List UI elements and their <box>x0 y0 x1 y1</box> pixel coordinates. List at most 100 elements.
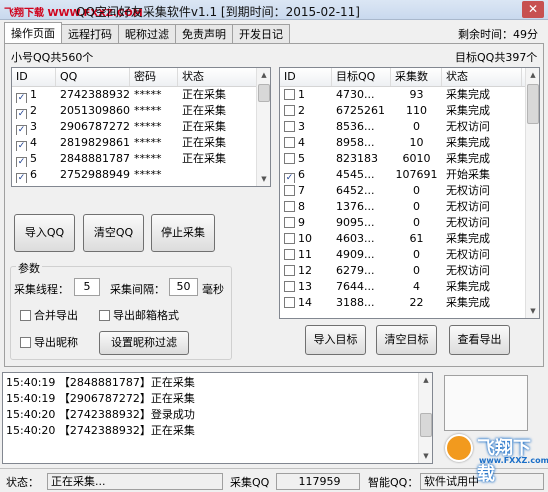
table-row[interactable]: ✓ 4 2819829861 ***** 正在采集 <box>12 135 270 151</box>
scroll-up-icon[interactable]: ▲ <box>257 68 270 82</box>
scroll-down-icon[interactable]: ▼ <box>526 304 539 318</box>
table-row[interactable]: 3 8536... 0 无权访问 <box>280 119 539 135</box>
table-row[interactable]: ✓ 2 2051309860 ***** 正在采集 <box>12 103 270 119</box>
account-list[interactable]: ID QQ 密码 状态 ✓ 1 2742388932 ***** 正在采集 ✓ 2 20513… <box>11 67 271 187</box>
cell-password: ***** <box>134 152 162 165</box>
table-row[interactable]: 1 4730... 93 采集完成 <box>280 87 539 103</box>
row-checkbox[interactable]: ✓ <box>16 173 27 183</box>
logo-url: www.FXXZ.com <box>479 456 548 465</box>
table-row[interactable]: ✓ 6 4545... 107691 开始采集 <box>280 167 539 183</box>
row-checkbox[interactable] <box>284 217 295 228</box>
col-qq[interactable]: QQ <box>56 68 130 86</box>
close-icon[interactable]: ✕ <box>522 1 544 18</box>
tab-disclaimer[interactable]: 免责声明 <box>175 24 233 44</box>
table-row[interactable]: 12 6279... 0 无权访问 <box>280 263 539 279</box>
cell-qq: 2051309860 <box>60 104 130 117</box>
row-checkbox[interactable] <box>284 185 295 196</box>
params-group-title: 参数 <box>16 260 42 276</box>
cell-status: 正在采集 <box>182 88 226 101</box>
col-id[interactable]: ID <box>280 68 332 86</box>
import-qq-button[interactable]: 导入QQ <box>14 214 75 252</box>
row-checkbox[interactable]: ✓ <box>16 157 27 167</box>
clear-target-button[interactable]: 清空目标 <box>376 325 437 355</box>
stop-collect-button[interactable]: 停止采集 <box>151 214 215 252</box>
row-checkbox[interactable] <box>284 201 295 212</box>
export-mail-checkbox[interactable]: 导出邮箱格式 <box>99 309 179 323</box>
row-checkbox[interactable] <box>284 249 295 260</box>
cell-id: 3 <box>280 119 332 135</box>
tab-operation[interactable]: 操作页面 <box>4 22 62 44</box>
row-checkbox[interactable]: ✓ <box>16 109 27 119</box>
row-checkbox[interactable]: ✓ <box>16 141 27 151</box>
scroll-thumb[interactable] <box>420 413 432 437</box>
table-row[interactable]: 11 4909... 0 无权访问 <box>280 247 539 263</box>
table-row[interactable]: 5 823183 6010 采集完成 <box>280 151 539 167</box>
table-row[interactable]: 4 8958... 10 采集完成 <box>280 135 539 151</box>
row-checkbox[interactable] <box>284 89 295 100</box>
view-export-button[interactable]: 查看导出 <box>449 325 510 355</box>
row-checkbox[interactable] <box>284 121 295 132</box>
row-checkbox[interactable]: ✓ <box>284 173 295 183</box>
table-row[interactable]: 8 1376... 0 无权访问 <box>280 199 539 215</box>
cell-id: 12 <box>280 263 332 279</box>
tab-nick-filter[interactable]: 昵称过滤 <box>118 24 176 44</box>
table-row[interactable]: ✓ 6 2752988949 ***** <box>12 167 270 183</box>
export-nick-checkbox[interactable]: 导出昵称 <box>20 336 78 350</box>
checkbox-box[interactable] <box>20 310 31 321</box>
scroll-up-icon[interactable]: ▲ <box>419 373 432 387</box>
target-list[interactable]: ID 目标QQ 采集数 状态 1 4730... 93 采集完成 2 6725261 110… <box>279 67 540 319</box>
target-list-header: ID 目标QQ 采集数 状态 <box>280 68 539 87</box>
cell-status: 无权访问 <box>446 248 490 261</box>
interval-input[interactable]: 50 <box>169 278 198 296</box>
table-row[interactable]: 14 3188... 22 采集完成 <box>280 295 539 311</box>
row-checkbox[interactable] <box>284 137 295 148</box>
account-list-scrollbar[interactable]: ▲ ▼ <box>256 68 270 186</box>
import-target-button[interactable]: 导入目标 <box>305 325 366 355</box>
table-row[interactable]: ✓ 3 2906787272 ***** 正在采集 <box>12 119 270 135</box>
col-password[interactable]: 密码 <box>130 68 178 86</box>
table-row[interactable]: 7 6452... 0 无权访问 <box>280 183 539 199</box>
row-checkbox[interactable] <box>284 233 295 244</box>
checkbox-box[interactable] <box>20 337 31 348</box>
scroll-up-icon[interactable]: ▲ <box>526 68 539 82</box>
col-count[interactable]: 采集数 <box>391 68 442 86</box>
scroll-thumb[interactable] <box>258 84 270 102</box>
threads-input[interactable]: 5 <box>74 278 100 296</box>
row-checkbox[interactable] <box>284 153 295 164</box>
table-row[interactable]: ✓ 5 2848881787 ***** 正在采集 <box>12 151 270 167</box>
table-row[interactable]: 10 4603... 61 采集完成 <box>280 231 539 247</box>
row-checkbox[interactable] <box>284 297 295 308</box>
scroll-down-icon[interactable]: ▼ <box>419 449 432 463</box>
scroll-down-icon[interactable]: ▼ <box>257 172 270 186</box>
col-target-qq[interactable]: 目标QQ <box>332 68 391 86</box>
col-status[interactable]: 状态 <box>442 68 522 86</box>
log-scrollbar[interactable]: ▲ ▼ <box>418 373 432 463</box>
checkbox-box[interactable] <box>99 310 110 321</box>
row-checkbox[interactable] <box>284 281 295 292</box>
log-box[interactable]: 15:40:19 【2848881787】正在采集 15:40:19 【29067… <box>2 372 433 464</box>
scroll-thumb[interactable] <box>527 84 539 124</box>
col-status[interactable]: 状态 <box>178 68 258 86</box>
target-list-scrollbar[interactable]: ▲ ▼ <box>525 68 539 318</box>
nick-filter-button[interactable]: 设置昵称过滤 <box>99 331 189 355</box>
tab-dev-log[interactable]: 开发日记 <box>232 24 290 44</box>
merge-export-checkbox[interactable]: 合并导出 <box>20 309 78 323</box>
cell-qq: 2906787272 <box>60 120 130 133</box>
clear-qq-button[interactable]: 清空QQ <box>83 214 144 252</box>
tab-remote-captcha[interactable]: 远程打码 <box>61 24 119 44</box>
table-row[interactable]: 13 7644... 4 采集完成 <box>280 279 539 295</box>
table-row[interactable]: ✓ 1 2742388932 ***** 正在采集 <box>12 87 270 103</box>
cell-target-qq: 8958... <box>336 136 375 149</box>
row-checkbox[interactable]: ✓ <box>16 93 27 103</box>
row-checkbox[interactable]: ✓ <box>16 125 27 135</box>
table-row[interactable]: 2 6725261 110 采集完成 <box>280 103 539 119</box>
log-line: 15:40:20 【2742388932】正在采集 <box>6 424 195 437</box>
cell-target-qq: 6725261 <box>336 104 385 117</box>
row-checkbox[interactable] <box>284 105 295 116</box>
row-checkbox[interactable] <box>284 265 295 276</box>
cell-count: 22 <box>409 296 424 309</box>
col-id[interactable]: ID <box>12 68 56 86</box>
table-row[interactable]: 9 9095... 0 无权访问 <box>280 215 539 231</box>
cell-status: 采集完成 <box>446 296 490 309</box>
threads-label: 采集线程： <box>14 283 69 296</box>
